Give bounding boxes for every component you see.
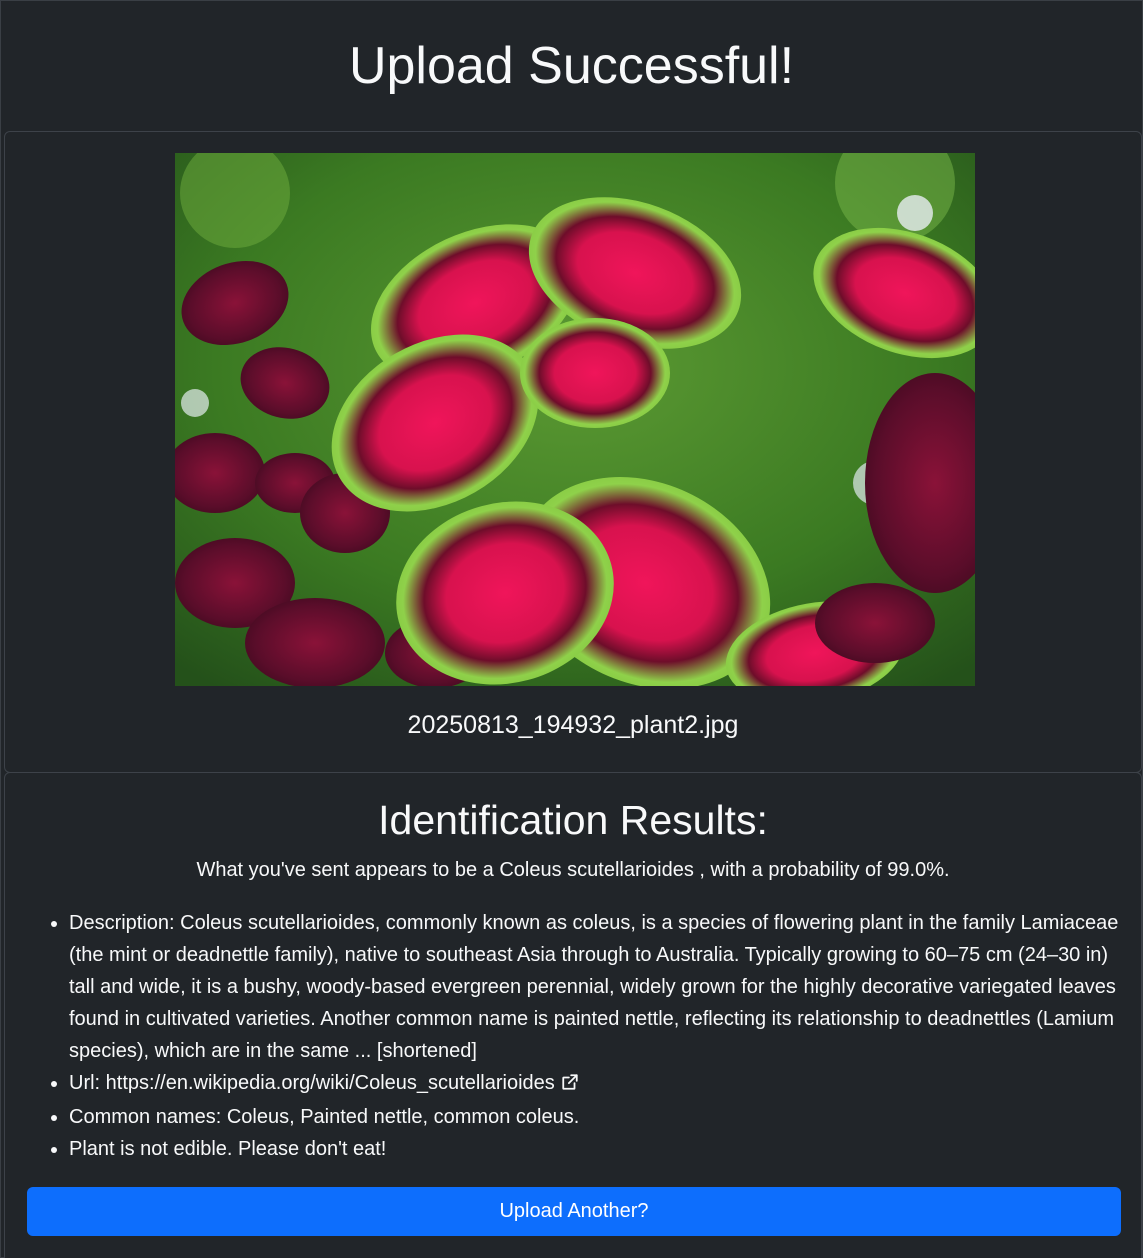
page-title: Upload Successful! [348,37,795,95]
url-label: Url: [69,1072,106,1094]
list-item-description: Description: Coleus scutellarioides, com… [69,907,1121,1067]
page: Upload Successful! 20250813_194932_plant… [0,0,1143,1258]
list-item-common-names: Common names: Coleus, Painted nettle, co… [69,1101,1121,1133]
results-heading: Identification Results: [378,797,768,843]
wikipedia-link[interactable]: https://en.wikipedia.org/wiki/Coleus_scu… [106,1072,555,1094]
list-item-edibility: Plant is not edible. Please don't eat! [69,1133,1121,1165]
plant-info-list: Description: Coleus scutellarioides, com… [5,907,1141,1165]
upload-another-button[interactable]: Upload Another? [27,1187,1121,1236]
uploaded-image-card: 20250813_194932_plant2.jpg [4,131,1142,773]
uploaded-plant-photo [175,153,975,686]
identification-results-card: Identification Results: What you've sent… [4,772,1142,1258]
results-summary: What you've sent appears to be a Coleus … [196,859,950,881]
list-item-url: Url: https://en.wikipedia.org/wiki/Coleu… [69,1067,1121,1101]
uploaded-filename: 20250813_194932_plant2.jpg [407,711,739,739]
external-link-icon[interactable] [561,1069,579,1101]
